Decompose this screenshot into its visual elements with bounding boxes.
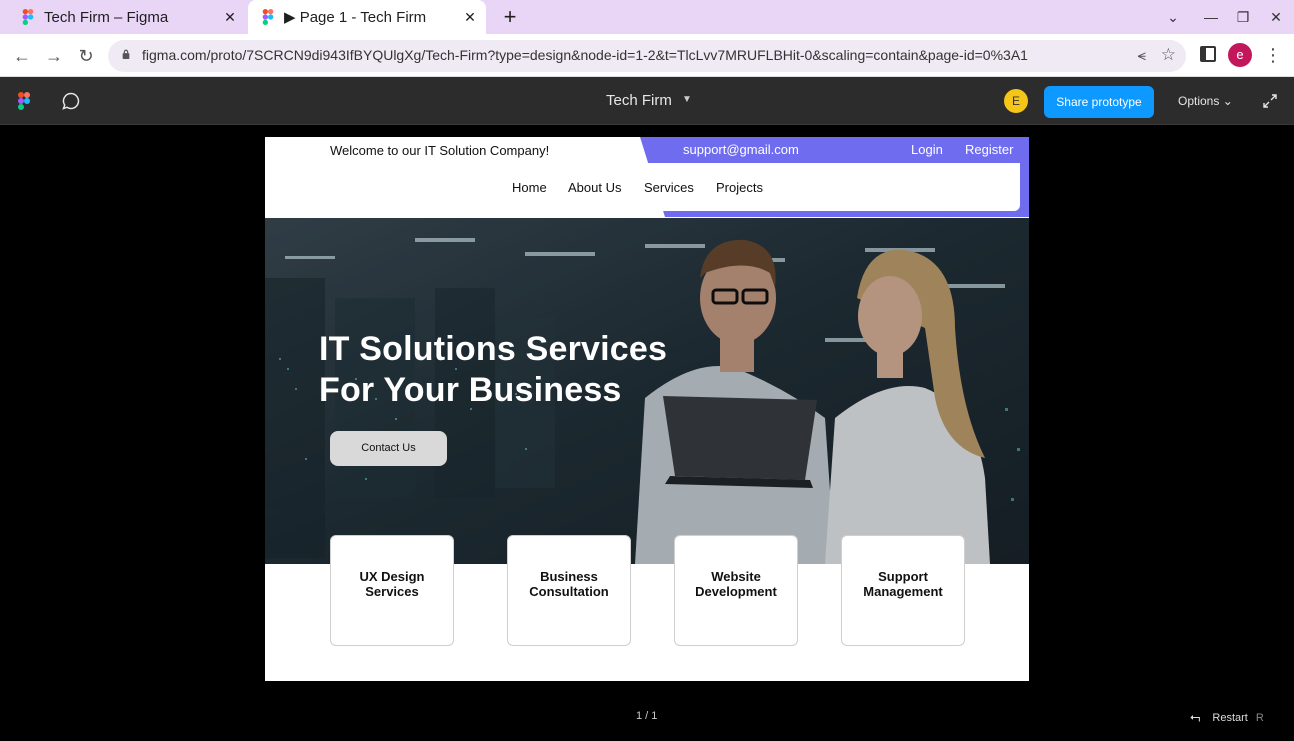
browser-tab-strip: Tech Firm – Figma ✕ ▶ Page 1 - Tech Firm… bbox=[0, 0, 1294, 34]
tab-close-icon[interactable]: ✕ bbox=[220, 9, 240, 26]
options-menu[interactable]: Options ⌄ bbox=[1178, 94, 1233, 108]
service-card-business-consultation[interactable]: Business Consultation bbox=[507, 535, 631, 646]
share-icon[interactable]: ⪪ bbox=[1138, 47, 1146, 64]
restart-label: Restart bbox=[1212, 712, 1248, 724]
browser-menu-icon[interactable]: ⋮ bbox=[1264, 43, 1282, 67]
restart-shortcut-key: R bbox=[1255, 712, 1264, 724]
user-avatar[interactable]: E bbox=[1004, 89, 1028, 113]
restore-icon[interactable]: ❐ bbox=[1227, 0, 1259, 34]
login-link[interactable]: Login bbox=[911, 142, 943, 157]
minimize-icon[interactable]: — bbox=[1195, 0, 1227, 34]
file-title[interactable]: Tech Firm bbox=[606, 92, 672, 109]
prototype-frame: Welcome to our IT Solution Company! supp… bbox=[265, 137, 1029, 681]
welcome-text: Welcome to our IT Solution Company! bbox=[330, 143, 550, 158]
nav-projects[interactable]: Projects bbox=[716, 180, 763, 195]
nav-about-us[interactable]: About Us bbox=[568, 180, 621, 195]
service-card-support-management[interactable]: Support Management bbox=[841, 535, 965, 646]
nav-services[interactable]: Services bbox=[644, 180, 694, 195]
new-tab-button[interactable]: + bbox=[498, 4, 522, 30]
contact-us-button[interactable]: Contact Us bbox=[330, 431, 447, 466]
window-close-icon[interactable]: ✕ bbox=[1260, 0, 1292, 34]
figma-favicon-icon bbox=[20, 9, 36, 25]
hero-title-line-1: IT Solutions Services bbox=[319, 330, 668, 368]
hero-title: IT Solutions Services For Your Business bbox=[319, 329, 667, 411]
tab-search-chevron-icon[interactable]: ⌄ bbox=[1157, 0, 1189, 34]
tab-page-1-tech-firm[interactable]: ▶ Page 1 - Tech Firm ✕ bbox=[248, 0, 486, 34]
fullscreen-icon[interactable] bbox=[1262, 93, 1278, 109]
options-label: Options bbox=[1178, 94, 1220, 108]
tab-title: ▶ Page 1 - Tech Firm bbox=[284, 9, 427, 26]
register-link[interactable]: Register bbox=[965, 142, 1013, 157]
service-card-website-development[interactable]: Website Development bbox=[674, 535, 798, 646]
chevron-down-icon[interactable]: ▼ bbox=[682, 94, 692, 105]
main-nav-card bbox=[265, 163, 1020, 211]
figma-favicon-icon bbox=[260, 9, 276, 25]
service-card-ux-design[interactable]: UX Design Services bbox=[330, 535, 454, 646]
hero-banner: IT Solutions Services For Your Business … bbox=[265, 218, 1029, 564]
tab-title: Tech Firm – Figma bbox=[44, 8, 169, 26]
lock-icon bbox=[122, 49, 130, 59]
profile-avatar[interactable]: e bbox=[1228, 43, 1252, 67]
bookmark-star-icon[interactable]: ☆ bbox=[1161, 45, 1176, 65]
figma-toolbar: Tech Firm ▼ E Share prototype Options ⌄ bbox=[0, 77, 1294, 125]
restart-arrow-icon: ⮢ bbox=[1190, 709, 1201, 724]
url-text[interactable]: figma.com/proto/7SCRCN9di943IfBYQUlgXg/T… bbox=[142, 47, 1028, 63]
omnibox[interactable]: figma.com/proto/7SCRCN9di943IfBYQUlgXg/T… bbox=[108, 40, 1186, 72]
forward-icon[interactable]: → bbox=[41, 43, 67, 69]
support-email[interactable]: support@gmail.com bbox=[683, 142, 799, 157]
share-prototype-button[interactable]: Share prototype bbox=[1044, 86, 1154, 118]
hero-title-line-2: For Your Business bbox=[319, 371, 622, 409]
tab-close-icon[interactable]: ✕ bbox=[460, 9, 480, 26]
restart-button[interactable]: ⮢ Restart R bbox=[1190, 709, 1264, 725]
nav-home[interactable]: Home bbox=[512, 180, 547, 195]
figma-logo-icon[interactable] bbox=[18, 92, 30, 110]
page-indicator: 1 / 1 bbox=[636, 710, 658, 722]
address-bar: ← → ↻ figma.com/proto/7SCRCN9di943IfBYQU… bbox=[0, 34, 1294, 77]
tab-tech-firm-figma[interactable]: Tech Firm – Figma ✕ bbox=[8, 0, 246, 34]
comment-icon[interactable] bbox=[62, 92, 80, 110]
back-icon[interactable]: ← bbox=[9, 43, 35, 69]
reload-icon[interactable]: ↻ bbox=[73, 43, 99, 69]
side-panel-icon[interactable] bbox=[1200, 46, 1216, 62]
